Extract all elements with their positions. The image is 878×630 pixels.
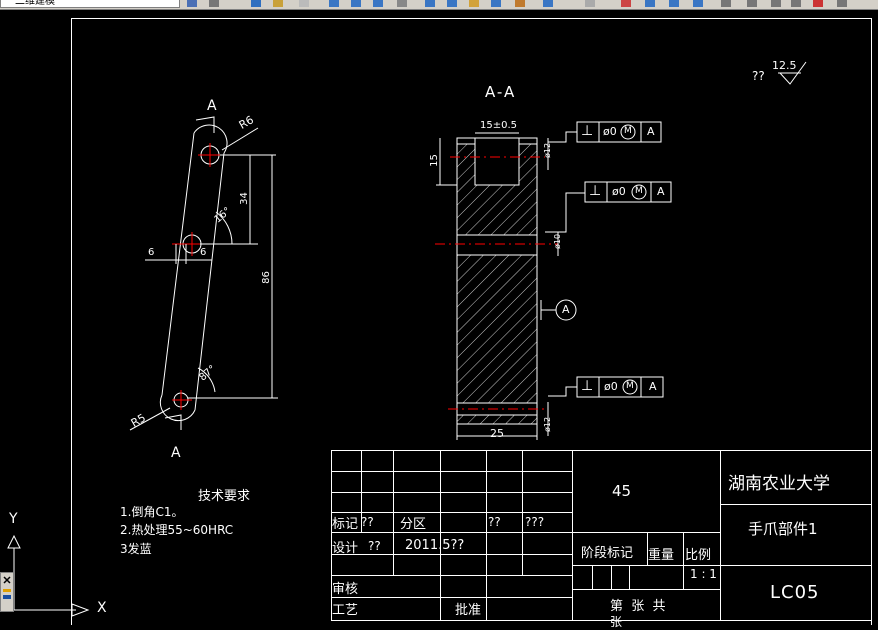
tolerance-frame-2 <box>584 181 672 203</box>
arm-view <box>129 116 278 431</box>
close-icon[interactable] <box>1 573 13 611</box>
drawing-canvas[interactable] <box>0 0 878 625</box>
title-block <box>331 450 872 621</box>
section-view <box>435 131 585 440</box>
tolerance-frame-3 <box>576 376 664 398</box>
tolerance-frame-1 <box>576 121 662 143</box>
roughness-symbol <box>778 61 807 85</box>
ucs-icon <box>7 534 90 617</box>
side-panel-handle[interactable] <box>0 572 14 612</box>
